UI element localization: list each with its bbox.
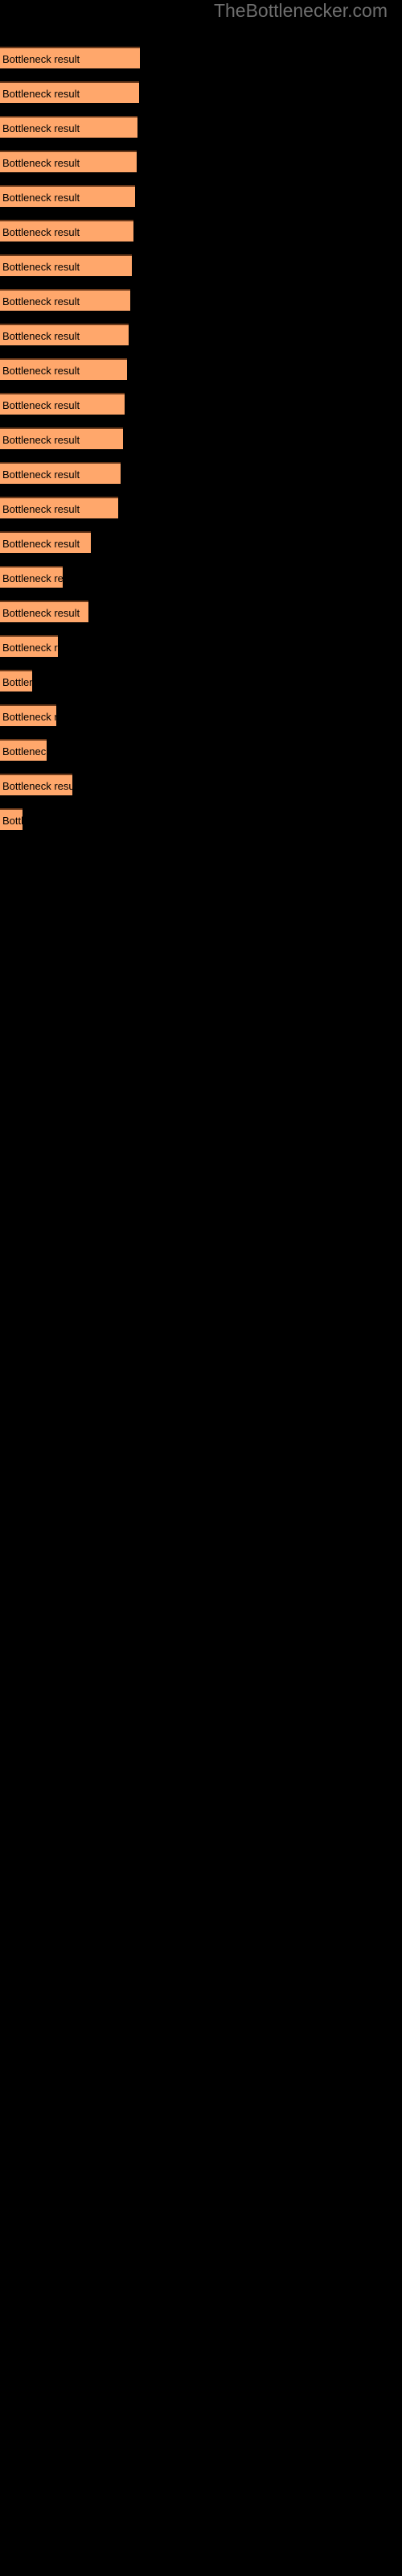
bar-19[interactable]: Bottleneck result bbox=[0, 670, 32, 691]
bar-2[interactable]: Bottleneck result bbox=[0, 81, 139, 103]
bar-label: Bottleneck result bbox=[2, 399, 80, 411]
bar-7[interactable]: Bottleneck result bbox=[0, 254, 132, 276]
bar-15[interactable]: Bottleneck result bbox=[0, 531, 91, 553]
bar-22[interactable]: Bottleneck result bbox=[0, 774, 72, 795]
bar-label: Bottleneck result bbox=[2, 122, 80, 134]
bar-20[interactable]: Bottleneck result bbox=[0, 704, 56, 726]
bar-5[interactable]: Bottleneck result bbox=[0, 185, 135, 207]
bar-label: Bottleneck result bbox=[2, 192, 80, 204]
bar-1[interactable]: Bottleneck result bbox=[0, 47, 140, 68]
bar-label: Bottleneck result bbox=[2, 815, 23, 827]
bar-label: Bottleneck result bbox=[2, 330, 80, 342]
bar-4[interactable]: Bottleneck result bbox=[0, 151, 137, 172]
bar-label: Bottleneck result bbox=[2, 469, 80, 481]
bar-9[interactable]: Bottleneck result bbox=[0, 324, 129, 345]
bar-18[interactable]: Bottleneck result bbox=[0, 635, 58, 657]
bar-3[interactable]: Bottleneck result bbox=[0, 116, 137, 138]
bar-8[interactable]: Bottleneck result bbox=[0, 289, 130, 311]
bar-11[interactable]: Bottleneck result bbox=[0, 393, 125, 415]
bar-23[interactable]: Bottleneck result bbox=[0, 808, 23, 830]
bottleneck-bar-chart: TheBottlenecker.com Bottleneck result Bot… bbox=[0, 0, 402, 2576]
bar-10[interactable]: Bottleneck result bbox=[0, 358, 127, 380]
bar-13[interactable]: Bottleneck result bbox=[0, 462, 121, 484]
bars-layer: Bottleneck result Bottleneck result Bottle… bbox=[0, 0, 402, 2576]
bar-6[interactable]: Bottleneck result bbox=[0, 220, 133, 242]
bar-label: Bottleneck result bbox=[2, 226, 80, 238]
bar-label: Bottleneck result bbox=[2, 711, 56, 723]
bar-label: Bottleneck result bbox=[2, 261, 80, 273]
bar-label: Bottleneck result bbox=[2, 676, 32, 688]
bar-label: Bottleneck result bbox=[2, 434, 80, 446]
bar-label: Bottleneck result bbox=[2, 607, 80, 619]
bar-label: Bottleneck result bbox=[2, 88, 80, 100]
bar-label: Bottleneck result bbox=[2, 642, 58, 654]
bar-21[interactable]: Bottleneck result bbox=[0, 739, 47, 761]
bar-label: Bottleneck result bbox=[2, 538, 80, 550]
bar-14[interactable]: Bottleneck result bbox=[0, 497, 118, 518]
bar-16[interactable]: Bottleneck result bbox=[0, 566, 63, 588]
bar-label: Bottleneck result bbox=[2, 157, 80, 169]
bar-label: Bottleneck result bbox=[2, 780, 72, 792]
bar-label: Bottleneck result bbox=[2, 365, 80, 377]
bar-label: Bottleneck result bbox=[2, 295, 80, 308]
bar-label: Bottleneck result bbox=[2, 503, 80, 515]
bar-label: Bottleneck result bbox=[2, 572, 63, 584]
bar-12[interactable]: Bottleneck result bbox=[0, 427, 123, 449]
bar-label: Bottleneck result bbox=[2, 53, 80, 65]
bar-17[interactable]: Bottleneck result bbox=[0, 601, 88, 622]
bar-label: Bottleneck result bbox=[2, 745, 47, 758]
